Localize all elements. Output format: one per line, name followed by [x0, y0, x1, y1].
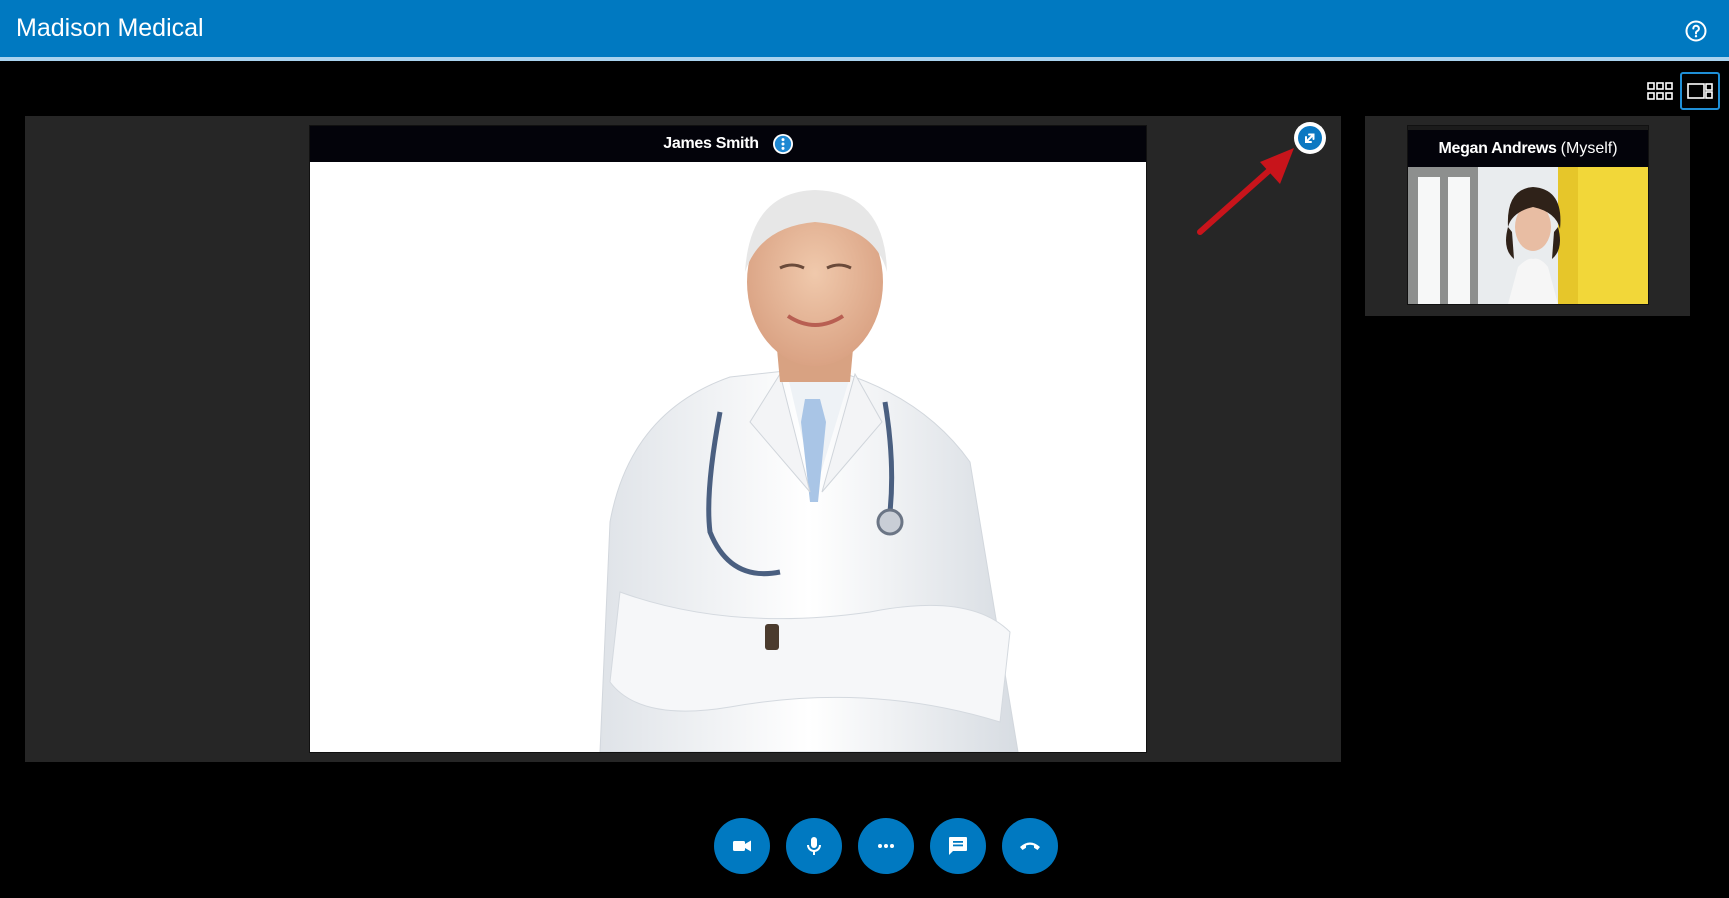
more-options-button[interactable]: [858, 818, 914, 874]
speaker-view-icon: [1687, 83, 1713, 99]
pop-out-icon: [1305, 133, 1315, 143]
hang-up-icon: [1020, 842, 1040, 850]
self-video-image: [1408, 167, 1648, 304]
grid-view-icon: [1647, 82, 1673, 100]
main-video-feed: [310, 162, 1146, 752]
self-tag: (Myself): [1560, 139, 1618, 157]
main-video-tile[interactable]: James Smith: [309, 125, 1147, 753]
app-title: Madison Medical: [16, 14, 204, 42]
more-vertical-icon: [774, 135, 791, 153]
video-camera-icon: [733, 840, 751, 852]
camera-button[interactable]: [714, 818, 770, 874]
doctor-video-image: [310, 162, 1146, 752]
main-stage: James Smith: [25, 116, 1341, 762]
self-video-tile[interactable]: Megan Andrews (Myself): [1407, 125, 1649, 305]
hang-up-button[interactable]: [1002, 818, 1058, 874]
chat-button[interactable]: [930, 818, 986, 874]
microphone-button[interactable]: [786, 818, 842, 874]
self-view-panel: Megan Andrews (Myself): [1365, 116, 1690, 316]
grid-view-button[interactable]: [1640, 72, 1680, 110]
help-circle-icon: [1685, 20, 1707, 42]
self-name: Megan Andrews: [1438, 139, 1557, 157]
app-header: Madison Medical: [0, 0, 1729, 61]
call-controls: [0, 818, 1729, 874]
microphone-icon: [807, 837, 821, 855]
self-header: Megan Andrews (Myself): [1408, 126, 1648, 167]
participant-name: James Smith: [663, 135, 759, 152]
chat-icon: [949, 837, 967, 855]
self-video-feed: [1408, 167, 1648, 304]
help-button[interactable]: [1683, 18, 1709, 44]
pop-out-button[interactable]: [1294, 122, 1326, 154]
participant-info-button[interactable]: [772, 134, 793, 154]
participant-header: James Smith: [310, 126, 1146, 162]
more-options-icon: [878, 844, 894, 848]
speaker-view-button[interactable]: [1680, 72, 1720, 110]
annotation-arrow: [1197, 148, 1294, 235]
